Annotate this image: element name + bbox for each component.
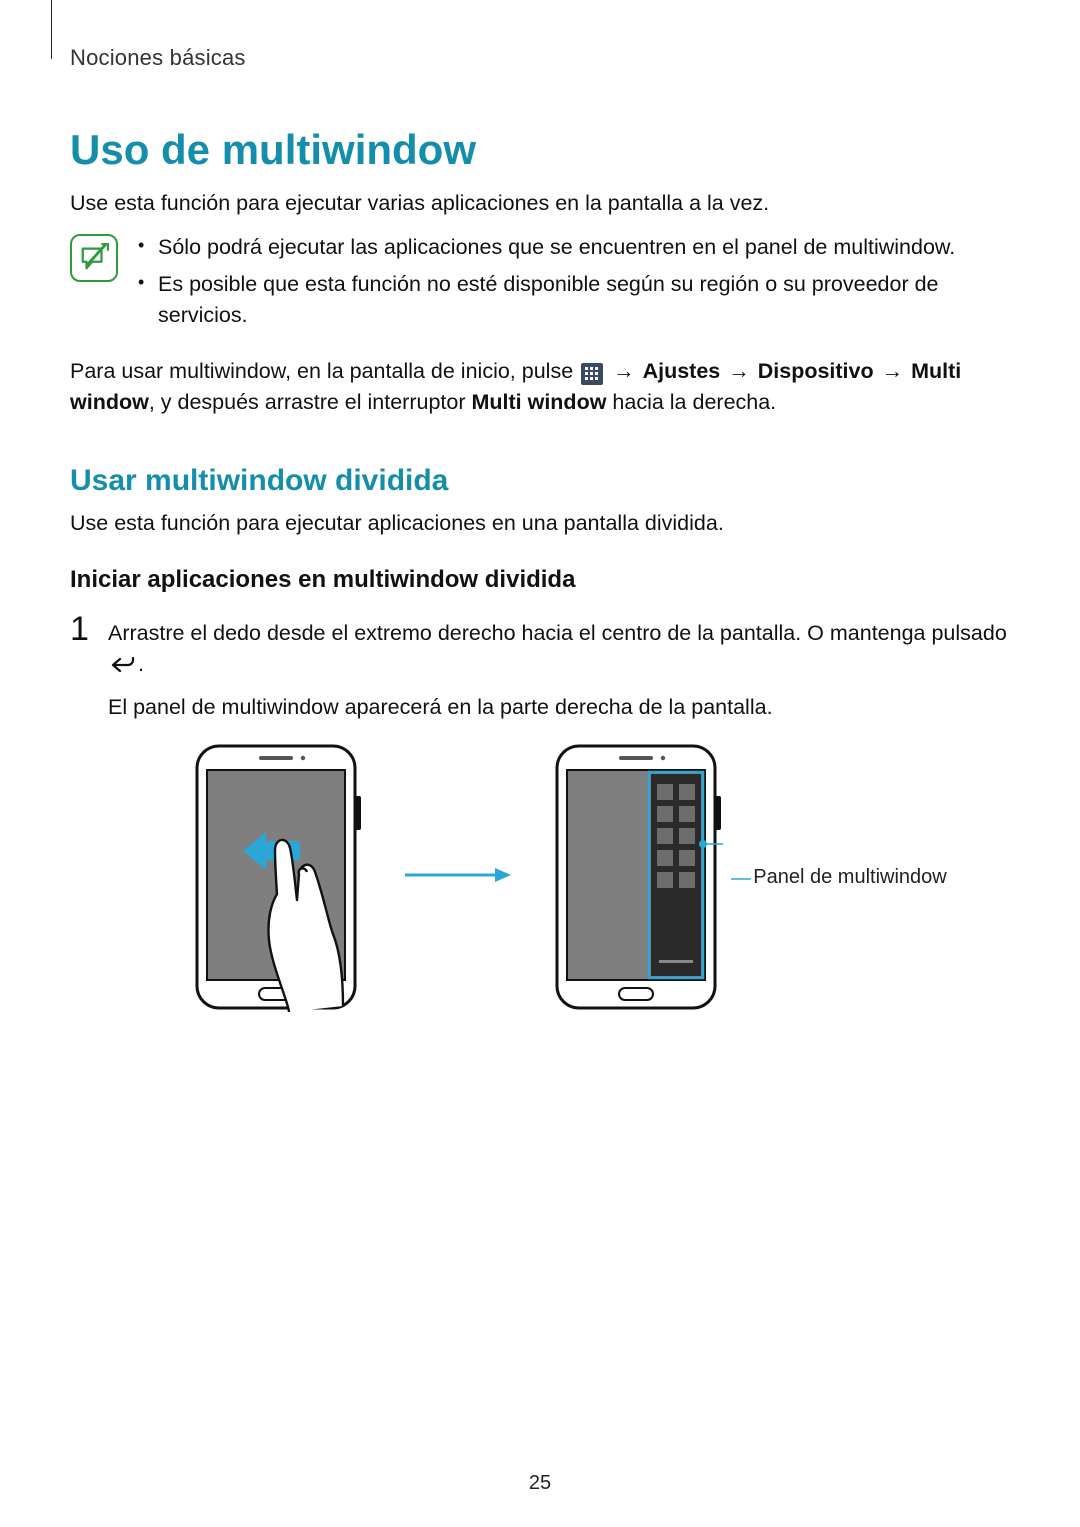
back-icon xyxy=(110,656,136,674)
apps-grid-icon xyxy=(581,363,603,385)
step-text-b: El panel de multiwindow aparecerá en la … xyxy=(108,695,773,719)
step-text-a: Arrastre el dedo desde el extremo derech… xyxy=(108,621,1007,645)
step-period: . xyxy=(138,652,144,676)
note-block: Sólo podrá ejecutar las aplicaciones que… xyxy=(70,232,1010,338)
note-item: Sólo podrá ejecutar las aplicaciones que… xyxy=(136,232,1010,263)
step-1: 1 Arrastre el dedo desde el extremo dere… xyxy=(70,612,1010,724)
note-list: Sólo podrá ejecutar las aplicaciones que… xyxy=(136,232,1010,338)
figure-phone-panel-group: Panel de multiwindow xyxy=(553,744,946,1012)
section-header: Nociones básicas xyxy=(70,45,1010,71)
lead-paragraph: Use esta función para ejecutar varias ap… xyxy=(70,188,1010,218)
instruction-paragraph: Para usar multiwindow, en la pantalla de… xyxy=(70,356,1010,418)
switch-label: Multi window xyxy=(471,390,606,414)
arrow-2: → xyxy=(726,359,757,383)
instruction-mid: , y después arrastre el interruptor xyxy=(149,390,472,414)
step-text: Arrastre el dedo desde el extremo derech… xyxy=(108,612,1010,724)
note-icon xyxy=(70,234,118,282)
page-title: Uso de multiwindow xyxy=(70,126,1010,174)
transition-arrow-icon xyxy=(403,865,513,890)
path-ajustes: Ajustes xyxy=(643,359,721,383)
section-heading: Usar multiwindow dividida xyxy=(70,464,1010,498)
subsection-heading: Iniciar aplicaciones en multiwindow divi… xyxy=(70,566,1010,594)
document-page: Nociones básicas Uso de multiwindow Use … xyxy=(0,0,1080,1527)
arrow-3: → xyxy=(880,359,911,383)
page-number: 25 xyxy=(0,1472,1080,1495)
figure-row: Panel de multiwindow xyxy=(130,744,1010,1012)
figure-phone-swipe xyxy=(193,744,363,1012)
path-dispositivo: Dispositivo xyxy=(758,359,874,383)
arrow-1: → xyxy=(611,359,642,383)
instruction-post: hacia la derecha. xyxy=(606,390,776,414)
callout-label: Panel de multiwindow xyxy=(753,866,946,888)
step-number: 1 xyxy=(70,612,96,646)
figure-phone-panel xyxy=(553,744,723,1012)
header-rule xyxy=(51,0,52,59)
note-item: Es posible que esta función no esté disp… xyxy=(136,269,1010,331)
instruction-pre: Para usar multiwindow, en la pantalla de… xyxy=(70,359,579,383)
section-lead: Use esta función para ejecutar aplicacio… xyxy=(70,508,1010,538)
